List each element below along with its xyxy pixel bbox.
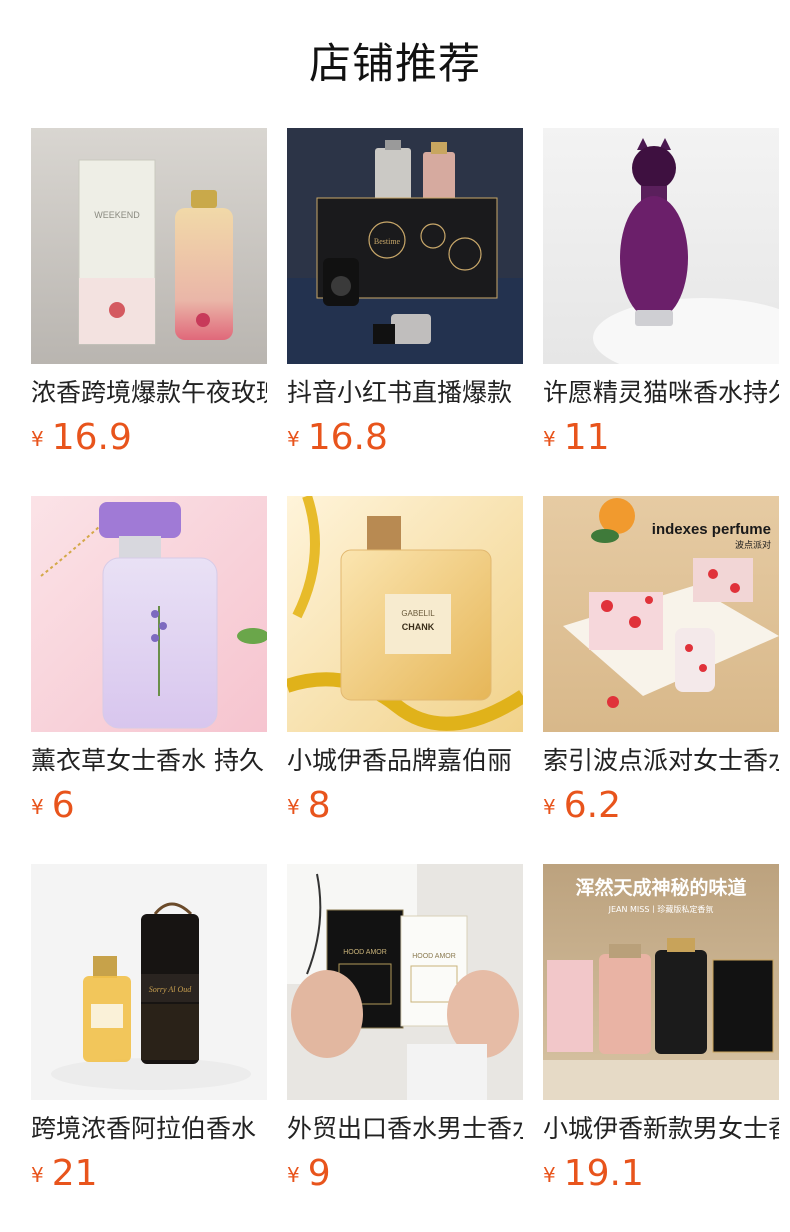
box-label-dark: HOOD AMOR: [343, 949, 387, 956]
price-amount: 11: [563, 417, 610, 458]
product-name[interactable]: 外贸出口香水男士香水: [287, 1112, 523, 1146]
section-title: 店铺推荐: [308, 39, 481, 88]
price-amount: 6.2: [563, 785, 621, 826]
product-image[interactable]: Sorry Al Oud: [31, 864, 267, 1100]
promo-headline: 浑然天成神秘的味道: [575, 876, 746, 899]
product-price: ¥19.1: [543, 1152, 779, 1196]
product-card[interactable]: 浑然天成神秘的味道 JEAN MISS丨珍藏版私定香氛 小城伊香新款男女士香 ¥…: [543, 864, 779, 1194]
product-image[interactable]: WEEKEND: [31, 128, 267, 364]
box-label: Sorry Al Oud: [149, 985, 193, 994]
product-name[interactable]: 抖音小红书直播爆款: [287, 376, 523, 410]
currency-symbol: ¥: [31, 795, 44, 819]
product-name[interactable]: 许愿精灵猫咪香水持久: [543, 376, 779, 410]
currency-symbol: ¥: [287, 1163, 300, 1187]
product-card[interactable]: Sorry Al Oud 跨境浓香阿拉伯香水 ¥21: [31, 864, 267, 1194]
product-price: ¥16.8: [287, 416, 523, 460]
bottle-label-brand: CHANK: [402, 622, 435, 632]
product-price: ¥11: [543, 416, 779, 460]
currency-symbol: ¥: [287, 795, 300, 819]
price-amount: 9: [307, 1153, 331, 1194]
price-amount: 6: [51, 785, 75, 826]
box-label: Bestime: [374, 237, 401, 246]
price-amount: 21: [51, 1153, 98, 1194]
currency-symbol: ¥: [543, 795, 556, 819]
product-image[interactable]: indexes perfume 波点派对: [543, 496, 779, 732]
product-image[interactable]: [31, 496, 267, 732]
price-amount: 19.1: [563, 1153, 644, 1194]
product-price: ¥6: [31, 784, 267, 828]
currency-symbol: ¥: [543, 427, 556, 451]
product-name[interactable]: 浓香跨境爆款午夜玫瑰: [31, 376, 267, 410]
product-image[interactable]: [543, 128, 779, 364]
product-card[interactable]: indexes perfume 波点派对 索引波点派对女士香水 ¥6.2: [543, 496, 779, 826]
product-image[interactable]: HOOD AMOR HOOD AMOR: [287, 864, 523, 1100]
product-name[interactable]: 薰衣草女士香水 持久: [31, 744, 267, 778]
promo-subtitle: 波点派对: [735, 539, 771, 551]
box-label: WEEKEND: [94, 210, 140, 220]
product-image[interactable]: 浑然天成神秘的味道 JEAN MISS丨珍藏版私定香氛: [543, 864, 779, 1100]
product-card[interactable]: 许愿精灵猫咪香水持久 ¥11: [543, 128, 779, 458]
product-name[interactable]: 索引波点派对女士香水: [543, 744, 779, 778]
currency-symbol: ¥: [31, 1163, 44, 1187]
product-name[interactable]: 小城伊香新款男女士香: [543, 1112, 779, 1146]
currency-symbol: ¥: [31, 427, 44, 451]
promo-headline: indexes perfume: [652, 521, 771, 538]
price-amount: 8: [307, 785, 331, 826]
product-name[interactable]: 跨境浓香阿拉伯香水: [31, 1112, 267, 1146]
product-image[interactable]: GABELIL CHANK: [287, 496, 523, 732]
product-price: ¥8: [287, 784, 523, 828]
product-image[interactable]: Bestime: [287, 128, 523, 364]
product-card[interactable]: HOOD AMOR HOOD AMOR 外贸出口香水男士香水 ¥9: [287, 864, 523, 1194]
price-amount: 16.9: [51, 417, 132, 458]
product-card[interactable]: WEEKEND 浓香跨境爆款午夜玫瑰 ¥16.9: [31, 128, 267, 458]
product-grid: WEEKEND 浓香跨境爆款午夜玫瑰 ¥16.9 Bestime 抖音小红书直播…: [31, 128, 779, 1194]
bottle-label: GABELIL: [401, 609, 435, 618]
product-price: ¥6.2: [543, 784, 779, 828]
product-card[interactable]: Bestime 抖音小红书直播爆款 ¥16.8: [287, 128, 523, 458]
promo-subtitle: JEAN MISS丨珍藏版私定香氛: [608, 904, 714, 914]
product-price: ¥9: [287, 1152, 523, 1196]
product-card[interactable]: GABELIL CHANK 小城伊香品牌嘉伯丽 ¥8: [287, 496, 523, 826]
price-amount: 16.8: [307, 417, 388, 458]
product-price: ¥21: [31, 1152, 267, 1196]
currency-symbol: ¥: [287, 427, 300, 451]
product-name[interactable]: 小城伊香品牌嘉伯丽: [287, 744, 523, 778]
currency-symbol: ¥: [543, 1163, 556, 1187]
box-label-light: HOOD AMOR: [412, 953, 456, 960]
product-price: ¥16.9: [31, 416, 267, 460]
product-card[interactable]: 薰衣草女士香水 持久 ¥6: [31, 496, 267, 826]
